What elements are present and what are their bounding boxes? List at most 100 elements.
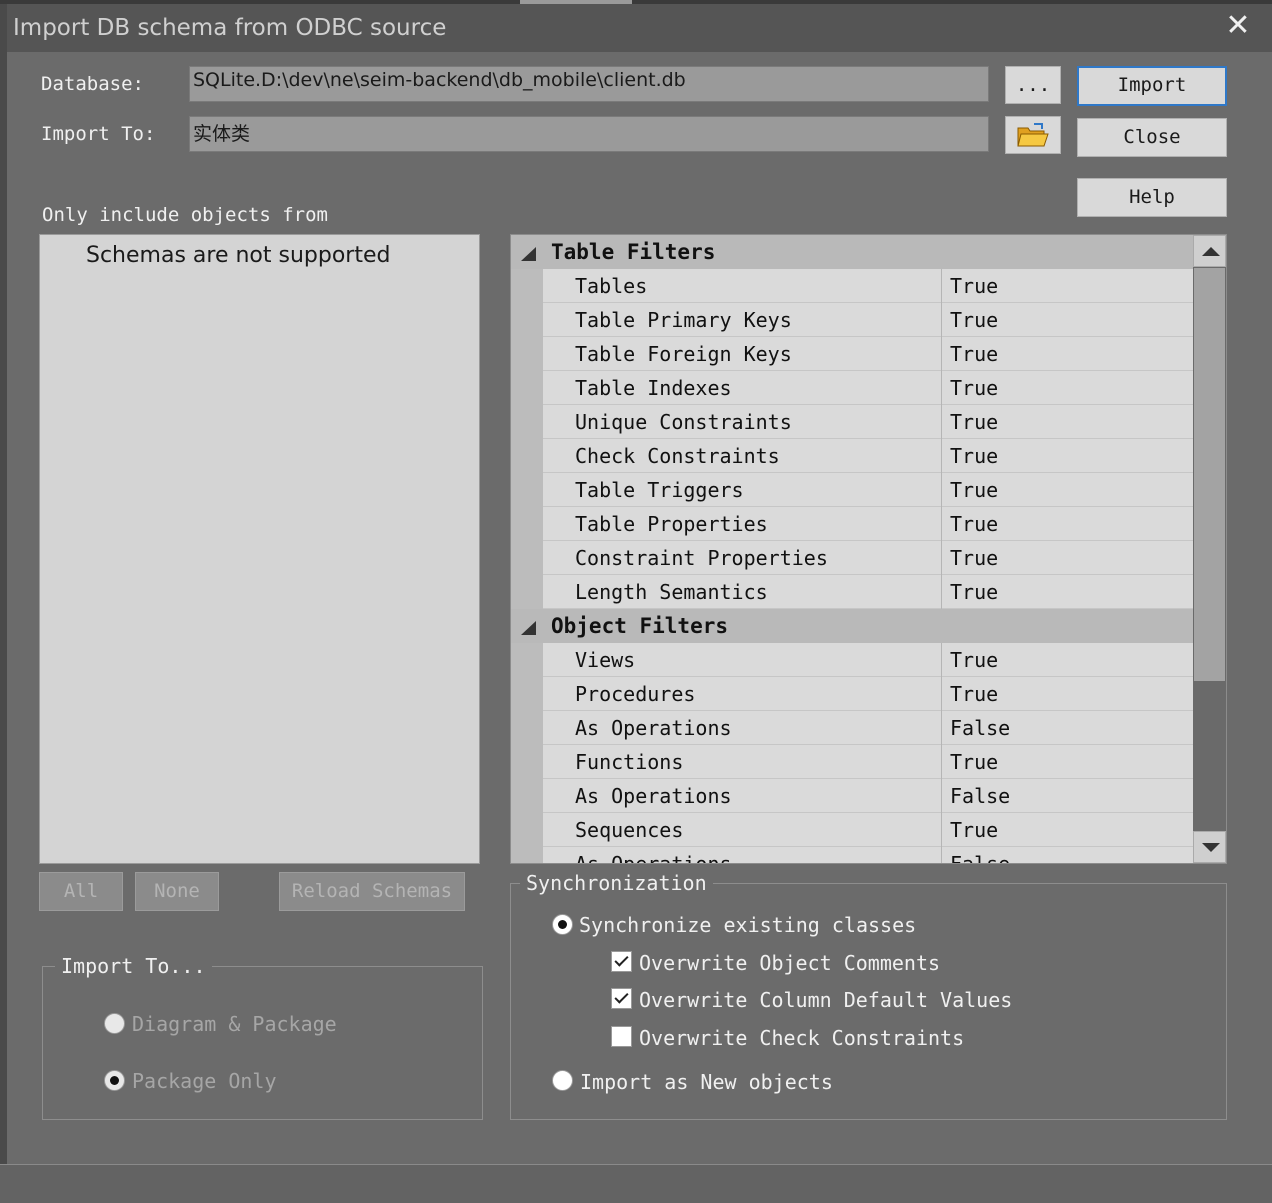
column-divider — [941, 813, 942, 847]
property-row[interactable]: As Operations False — [543, 711, 1193, 745]
database-label: Database: — [41, 73, 144, 95]
import-to-label: Import To: — [41, 123, 156, 145]
overwrite-defaults-checkbox[interactable] — [611, 988, 632, 1009]
property-row[interactable]: Sequences True — [543, 813, 1193, 847]
property-row[interactable]: Table Foreign Keys True — [543, 337, 1193, 371]
import-db-schema-dialog: Import DB schema from ODBC source ✕ Data… — [7, 4, 1272, 1164]
scroll-thumb[interactable] — [1194, 268, 1225, 681]
property-value[interactable]: True — [950, 512, 998, 536]
close-icon[interactable]: ✕ — [1224, 11, 1252, 41]
property-value[interactable]: True — [950, 342, 998, 366]
property-value[interactable]: False — [950, 784, 1010, 808]
collapse-triangle-icon[interactable] — [521, 247, 536, 261]
property-row[interactable]: Table Triggers True — [543, 473, 1193, 507]
property-name: Constraint Properties — [575, 546, 828, 570]
vertical-scrollbar[interactable] — [1193, 235, 1226, 863]
property-name: As Operations — [575, 784, 732, 808]
property-name: Unique Constraints — [575, 410, 792, 434]
property-row[interactable]: Table Indexes True — [543, 371, 1193, 405]
property-name: Table Indexes — [575, 376, 732, 400]
browse-database-button[interactable]: ... — [1005, 66, 1061, 104]
column-divider — [941, 779, 942, 813]
property-row[interactable]: Table Properties True — [543, 507, 1193, 541]
property-value[interactable]: True — [950, 818, 998, 842]
import-new-radio[interactable] — [552, 1070, 573, 1091]
schemas-list[interactable]: Schemas are not supported — [39, 234, 480, 864]
property-row[interactable]: Unique Constraints True — [543, 405, 1193, 439]
package-only-radio[interactable] — [104, 1070, 125, 1091]
database-field[interactable]: SQLite.D:\dev\ne\seim-backend\db_mobile\… — [189, 66, 989, 102]
arrow-up-icon — [1202, 247, 1220, 256]
column-divider — [941, 643, 942, 677]
property-name: Procedures — [575, 682, 696, 706]
none-button[interactable]: None — [135, 872, 219, 911]
import-new-label: Import as New objects — [580, 1070, 833, 1094]
column-divider — [941, 269, 942, 303]
column-divider — [941, 439, 942, 473]
collapse-triangle-icon[interactable] — [521, 621, 536, 635]
category-object-filters[interactable]: Object Filters — [511, 609, 1193, 643]
grid-gutter — [511, 235, 543, 863]
diagram-package-radio[interactable] — [104, 1013, 125, 1034]
column-divider — [941, 541, 942, 575]
import-button[interactable]: Import — [1077, 66, 1227, 106]
property-row[interactable]: As Operations False — [543, 847, 1193, 864]
property-name: Table Foreign Keys — [575, 342, 792, 366]
browse-package-button[interactable] — [1005, 116, 1061, 154]
column-divider — [941, 405, 942, 439]
column-divider — [941, 337, 942, 371]
property-value[interactable]: True — [950, 308, 998, 332]
property-value[interactable]: True — [950, 376, 998, 400]
property-name: As Operations — [575, 716, 732, 740]
synchronization-group: Synchronization Synchronize existing cla… — [510, 871, 1227, 1120]
property-value[interactable]: True — [950, 410, 998, 434]
column-divider — [941, 473, 942, 507]
property-value[interactable]: True — [950, 682, 998, 706]
property-value[interactable]: True — [950, 750, 998, 774]
property-name: Views — [575, 648, 636, 672]
property-name: As Operations — [575, 852, 732, 864]
property-row[interactable]: Views True — [543, 643, 1193, 677]
property-row[interactable]: As Operations False — [543, 779, 1193, 813]
property-name: Functions — [575, 750, 684, 774]
title-bar: Import DB schema from ODBC source ✕ — [7, 4, 1272, 52]
diagram-package-label: Diagram & Package — [132, 1012, 337, 1036]
property-value[interactable]: True — [950, 648, 998, 672]
reload-schemas-button[interactable]: Reload Schemas — [279, 872, 465, 911]
import-to-field[interactable]: 实体类 — [189, 116, 989, 152]
filters-property-grid[interactable]: Table Filters Tables True Table Primary K… — [510, 234, 1227, 864]
property-row[interactable]: Length Semantics True — [543, 575, 1193, 609]
property-value[interactable]: True — [950, 478, 998, 502]
property-value[interactable]: True — [950, 444, 998, 468]
category-label: Table Filters — [551, 240, 716, 264]
scroll-down-button[interactable] — [1193, 831, 1226, 863]
column-divider — [941, 371, 942, 405]
property-name: Sequences — [575, 818, 684, 842]
property-row[interactable]: Procedures True — [543, 677, 1193, 711]
column-divider — [941, 745, 942, 779]
overwrite-comments-checkbox[interactable] — [611, 951, 632, 972]
property-value[interactable]: True — [950, 580, 998, 604]
scroll-up-button[interactable] — [1193, 235, 1226, 267]
dialog-title: Import DB schema from ODBC source — [13, 15, 447, 41]
property-row[interactable]: Functions True — [543, 745, 1193, 779]
column-divider — [941, 507, 942, 541]
help-button[interactable]: Help — [1077, 178, 1227, 217]
property-row[interactable]: Check Constraints True — [543, 439, 1193, 473]
property-row[interactable]: Constraint Properties True — [543, 541, 1193, 575]
property-value[interactable]: True — [950, 274, 998, 298]
property-row[interactable]: Tables True — [543, 269, 1193, 303]
synchronize-existing-radio[interactable] — [552, 914, 573, 935]
all-button[interactable]: All — [39, 872, 123, 911]
column-divider — [941, 711, 942, 745]
close-button[interactable]: Close — [1077, 118, 1227, 157]
property-value[interactable]: True — [950, 546, 998, 570]
property-value[interactable]: False — [950, 716, 1010, 740]
column-divider — [941, 575, 942, 609]
category-table-filters[interactable]: Table Filters — [511, 235, 1193, 269]
overwrite-comments-label: Overwrite Object Comments — [639, 951, 941, 975]
property-row[interactable]: Table Primary Keys True — [543, 303, 1193, 337]
overwrite-checks-checkbox[interactable] — [611, 1026, 632, 1047]
property-value[interactable]: False — [950, 852, 1010, 863]
import-to-group: Import To... Diagram & Package Package O… — [42, 954, 483, 1120]
